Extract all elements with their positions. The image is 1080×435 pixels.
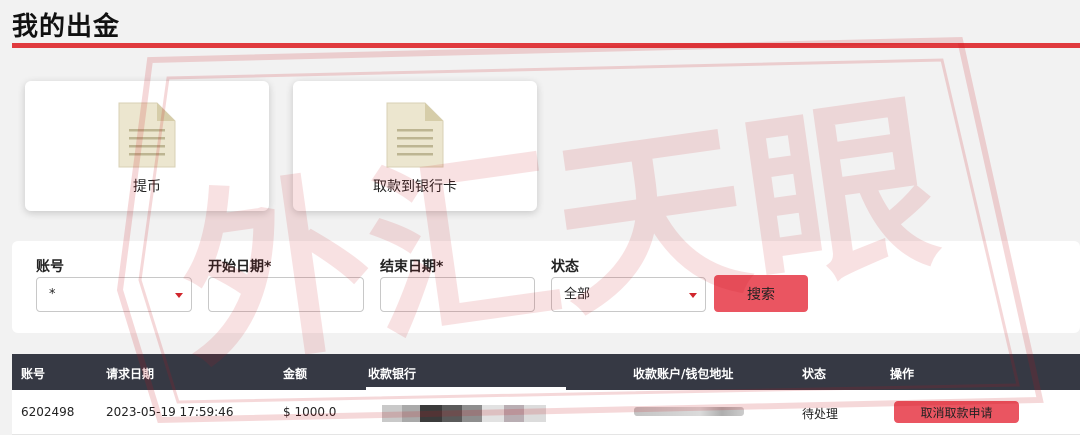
- start-date-input[interactable]: [208, 277, 364, 312]
- search-button[interactable]: 搜索: [714, 275, 808, 312]
- account-select[interactable]: *: [36, 277, 192, 312]
- caret-down-icon: [689, 293, 697, 298]
- cell-date: 2023-05-19 17:59:46: [106, 405, 234, 419]
- table-header: 账号 请求日期 金额 收款银行 收款账户/钱包地址 状态 操作: [12, 354, 1080, 390]
- table-row: 6202498 2023-05-19 17:59:46 $ 1000.0 待处理…: [12, 390, 1080, 435]
- status-select[interactable]: 全部: [551, 277, 706, 312]
- column-header-amount: 金额: [283, 367, 308, 381]
- document-icon: [118, 102, 176, 168]
- status-label: 状态: [551, 259, 579, 275]
- account-label: 账号: [36, 259, 64, 275]
- caret-down-icon: [175, 293, 183, 298]
- withdraw-crypto-card[interactable]: 提币: [25, 81, 269, 211]
- cell-amount: $ 1000.0: [283, 405, 337, 419]
- start-date-label: 开始日期*: [208, 259, 272, 275]
- withdrawal-table: 账号 请求日期 金额 收款银行 收款账户/钱包地址 状态 操作 6202498 …: [12, 354, 1080, 435]
- column-header-date: 请求日期: [106, 367, 155, 381]
- title-divider: [12, 43, 1080, 48]
- svg-text:外汇天眼: 外汇天眼: [166, 72, 949, 397]
- redacted-wallet-address: [634, 407, 744, 416]
- status-select-value: 全部: [564, 287, 591, 302]
- column-header-action: 操作: [890, 367, 915, 381]
- redacted-bank-name: [382, 405, 546, 422]
- cancel-withdrawal-button[interactable]: 取消取款申请: [894, 401, 1019, 423]
- cell-account: 6202498: [21, 405, 75, 419]
- withdraw-bank-card[interactable]: 取款到银行卡: [293, 81, 537, 211]
- column-header-status: 状态: [802, 367, 827, 381]
- card-label: 提币: [133, 179, 161, 195]
- cell-status: 待处理: [802, 407, 839, 421]
- document-icon: [386, 102, 444, 168]
- column-header-wallet: 收款账户/钱包地址: [633, 367, 734, 381]
- end-date-input[interactable]: [380, 277, 535, 312]
- page-title: 我的出金: [12, 12, 121, 42]
- card-label: 取款到银行卡: [373, 179, 457, 195]
- column-header-bank[interactable]: 收款银行: [368, 365, 416, 382]
- end-date-label: 结束日期*: [380, 259, 444, 275]
- filter-panel: 账号 * 开始日期* 结束日期* 状态 全部 搜索: [12, 241, 1080, 333]
- column-header-account: 账号: [21, 367, 46, 381]
- account-select-value: *: [49, 287, 56, 302]
